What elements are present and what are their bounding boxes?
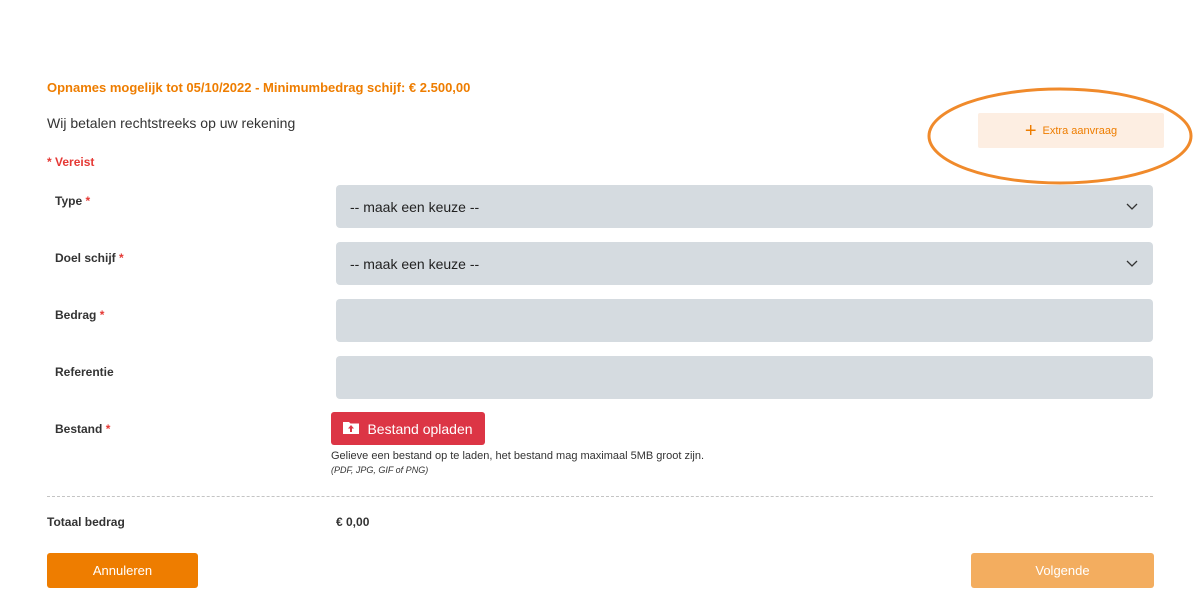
required-star: * <box>99 308 105 322</box>
amount-label-text: Bedrag <box>55 308 97 322</box>
reference-input[interactable] <box>336 356 1153 399</box>
chevron-down-icon <box>1125 200 1139 214</box>
purpose-select-value: -- maak een keuze -- <box>350 255 480 272</box>
withdrawal-info-headline: Opnames mogelijk tot 05/10/2022 - Minimu… <box>47 80 471 95</box>
required-star: * <box>119 251 124 265</box>
cancel-button[interactable]: Annuleren <box>47 553 198 588</box>
type-label: Type * <box>55 194 90 208</box>
next-button[interactable]: Volgende <box>971 553 1154 588</box>
purpose-label: Doel schijf * <box>55 251 124 265</box>
extra-request-label: Extra aanvraag <box>1042 124 1118 137</box>
dashed-divider <box>47 496 1153 497</box>
purpose-select[interactable]: -- maak een keuze -- <box>336 242 1153 285</box>
chevron-down-icon <box>1125 257 1139 271</box>
upload-icon <box>343 420 360 437</box>
total-label: Totaal bedrag <box>47 515 125 529</box>
type-label-text: Type <box>55 194 83 208</box>
required-note: * Vereist <box>47 155 95 169</box>
upload-file-button[interactable]: Bestand opladen <box>331 412 485 445</box>
upload-help-text: Gelieve een bestand op te laden, het bes… <box>331 450 705 462</box>
file-label-text: Bestand <box>55 422 103 436</box>
type-select[interactable]: -- maak een keuze -- <box>336 185 1153 228</box>
file-label: Bestand * <box>55 422 110 436</box>
required-star: * <box>85 194 91 208</box>
purpose-label-text: Doel schijf <box>55 251 116 265</box>
plus-icon: + <box>1024 119 1037 142</box>
reference-label: Referentie <box>55 365 114 379</box>
total-value: € 0,00 <box>336 515 370 529</box>
upload-formats-text: (PDF, JPG, GIF of PNG) <box>331 465 429 475</box>
amount-input[interactable] <box>336 299 1153 342</box>
required-star: * <box>105 422 111 436</box>
amount-label: Bedrag * <box>55 308 104 322</box>
extra-request-button[interactable]: + Extra aanvraag <box>978 113 1164 148</box>
payment-intro-text: Wij betalen rechtstreeks op uw rekening <box>47 115 296 131</box>
type-select-value: -- maak een keuze -- <box>350 198 480 215</box>
upload-file-label: Bestand opladen <box>367 420 473 437</box>
